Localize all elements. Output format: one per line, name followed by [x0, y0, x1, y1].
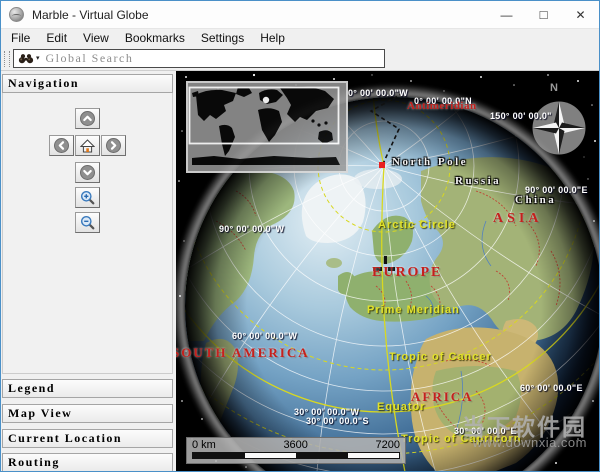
- panel-header-routing[interactable]: Routing: [2, 453, 173, 471]
- home-icon: [80, 139, 95, 153]
- close-button[interactable]: ✕: [562, 1, 599, 28]
- window-title: Marble - Virtual Globe: [32, 8, 149, 22]
- panel-header-legend[interactable]: Legend: [2, 379, 173, 398]
- north-pole-marker: [379, 162, 385, 168]
- panel-header-current-location[interactable]: Current Location: [2, 429, 173, 448]
- panel-header-map-view[interactable]: Map View: [2, 404, 173, 423]
- menu-item-bookmarks[interactable]: Bookmarks: [117, 29, 193, 48]
- main-area: Navigation: [1, 71, 599, 471]
- search-box[interactable]: ▾: [13, 49, 385, 68]
- menu-item-edit[interactable]: Edit: [38, 29, 75, 48]
- overview-position-dot: [263, 97, 269, 103]
- compass-rose-icon[interactable]: [529, 98, 589, 158]
- home-button[interactable]: [75, 135, 100, 156]
- search-input[interactable]: [44, 51, 380, 66]
- magnifier-plus-icon: [80, 190, 95, 205]
- scale-bar: 0 km 3600 7200: [186, 437, 406, 464]
- marble-window: Marble - Virtual Globe — □ ✕ File Edit V…: [0, 0, 600, 472]
- minimize-button[interactable]: —: [488, 1, 525, 28]
- menu-item-file[interactable]: File: [3, 29, 38, 48]
- scale-max: 7200: [376, 439, 400, 451]
- maximize-button[interactable]: □: [525, 1, 562, 28]
- scale-zero: 0 km: [192, 439, 216, 451]
- title-bar: Marble - Virtual Globe — □ ✕: [1, 1, 599, 28]
- magnifier-minus-icon: [80, 215, 95, 230]
- panel-header-navigation[interactable]: Navigation: [2, 74, 173, 93]
- menu-item-settings[interactable]: Settings: [193, 29, 252, 48]
- pan-right-button[interactable]: [101, 135, 126, 156]
- binoculars-icon: [18, 53, 34, 64]
- pan-left-button[interactable]: [49, 135, 74, 156]
- watermark-url: www.downxia.com: [473, 435, 587, 450]
- zoom-out-button[interactable]: [75, 212, 100, 233]
- chevron-left-icon: [54, 138, 69, 153]
- chevron-up-icon: [80, 111, 95, 126]
- dropdown-arrow-icon[interactable]: ▾: [36, 55, 40, 62]
- menu-bar: File Edit View Bookmarks Settings Help: [1, 28, 599, 47]
- chevron-down-icon: [80, 165, 95, 180]
- scale-segments: [192, 452, 400, 459]
- scale-mid: 3600: [283, 439, 307, 451]
- pan-down-button[interactable]: [75, 162, 100, 183]
- overview-map[interactable]: [186, 81, 348, 173]
- sidebar: Navigation: [1, 71, 176, 471]
- toolbar-drag-handle[interactable]: [4, 51, 10, 67]
- search-toolbar: ▾: [1, 47, 599, 71]
- window-controls: — □ ✕: [488, 1, 599, 28]
- chevron-right-icon: [106, 138, 121, 153]
- menu-item-view[interactable]: View: [75, 29, 117, 48]
- pan-up-button[interactable]: [75, 108, 100, 129]
- globe-icon: [9, 7, 24, 22]
- globe-viewport[interactable]: N 0° 00' 00.0"W 0° 00' 00.0"N Antimeridi…: [176, 71, 599, 471]
- menu-item-help[interactable]: Help: [252, 29, 293, 48]
- zoom-in-button[interactable]: [75, 187, 100, 208]
- compass-n-label: N: [550, 82, 558, 94]
